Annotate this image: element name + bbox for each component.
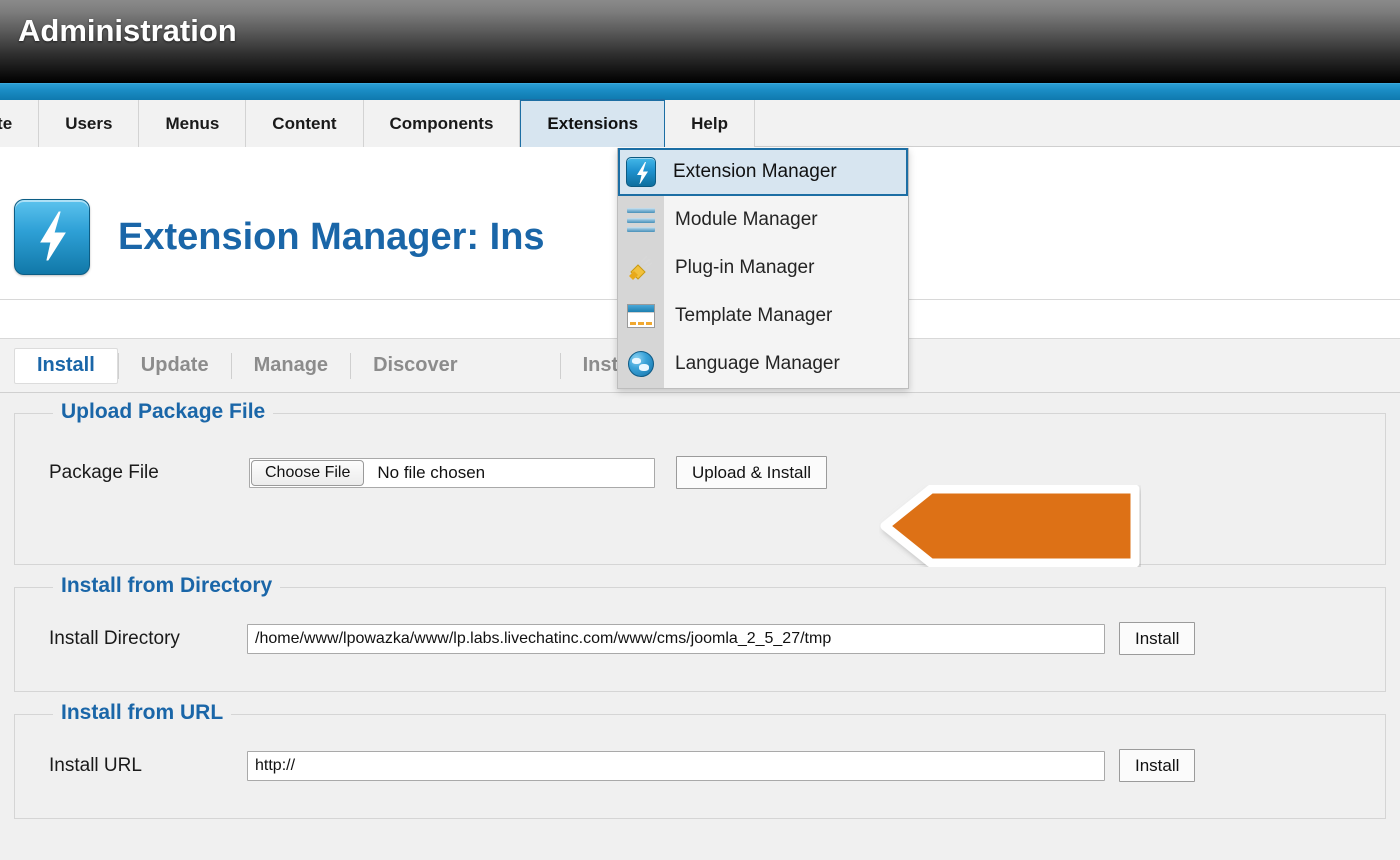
upload-package-file-section: Upload Package File Package File Choose … bbox=[14, 400, 1386, 565]
globe-icon bbox=[618, 340, 664, 388]
tab-label: Update bbox=[140, 354, 209, 376]
dropdown-item-template-manager[interactable]: Template Manager bbox=[618, 292, 908, 340]
dropdown-item-extension-manager[interactable]: Extension Manager bbox=[618, 148, 908, 196]
install-url-button[interactable]: Install bbox=[1119, 749, 1196, 782]
install-from-url-section: Install from URL Install URL Install bbox=[14, 701, 1386, 819]
package-file-input[interactable]: Choose File No file chosen bbox=[249, 457, 655, 488]
install-url-input[interactable] bbox=[247, 750, 1105, 781]
plug-icon bbox=[618, 244, 664, 292]
dropdown-item-module-manager[interactable]: Module Manager bbox=[618, 196, 908, 244]
tab-manage[interactable]: Manage bbox=[232, 348, 350, 384]
menu-item-users[interactable]: Users bbox=[39, 100, 140, 147]
header-blue-divider bbox=[0, 83, 1400, 100]
menu-item-label: Components bbox=[389, 113, 494, 133]
admin-header-bar: Administration bbox=[0, 0, 1400, 83]
extensions-dropdown-menu[interactable]: Extension Manager Module Manager Plug-in M… bbox=[617, 148, 909, 389]
menu-item-components[interactable]: Components bbox=[363, 100, 521, 147]
file-status-text: No file chosen bbox=[377, 462, 486, 482]
tab-install[interactable]: Install bbox=[14, 347, 118, 384]
menu-item-help[interactable]: Help bbox=[665, 100, 755, 147]
package-file-label: Package File bbox=[49, 461, 159, 483]
install-forms: Upload Package File Package File Choose … bbox=[0, 393, 1400, 860]
tab-discover[interactable]: Discover bbox=[351, 348, 480, 384]
stacked-bars-icon bbox=[618, 196, 664, 244]
tab-label: Manage bbox=[253, 354, 329, 376]
menu-item-extensions[interactable]: Extensions bbox=[520, 99, 666, 147]
lightning-bolt-icon bbox=[14, 199, 90, 275]
choose-file-button[interactable]: Choose File bbox=[251, 459, 365, 486]
menu-item-content[interactable]: Content bbox=[246, 100, 364, 147]
tab-label: Install bbox=[37, 354, 95, 376]
menu-item-label: Menus bbox=[165, 113, 220, 133]
lightning-bolt-icon bbox=[620, 150, 662, 194]
menu-item-label: Users bbox=[65, 113, 113, 133]
menu-item-label: Content bbox=[272, 113, 337, 133]
tab-label: Discover bbox=[373, 354, 458, 376]
dropdown-item-label: Template Manager bbox=[675, 305, 833, 326]
menu-item-label: Help bbox=[691, 113, 728, 133]
install-url-label: Install URL bbox=[49, 754, 142, 776]
dropdown-item-label: Extension Manager bbox=[673, 161, 837, 182]
upload-and-install-button[interactable]: Upload & Install bbox=[676, 456, 828, 489]
dropdown-item-label: Module Manager bbox=[675, 209, 818, 230]
directory-section-legend: Install from Directory bbox=[53, 574, 281, 598]
menu-item-label: Site bbox=[0, 113, 13, 133]
dropdown-item-language-manager[interactable]: Language Manager bbox=[618, 340, 908, 388]
tab-update[interactable]: Update bbox=[119, 348, 231, 384]
install-directory-button[interactable]: Install bbox=[1119, 622, 1196, 655]
template-layout-icon bbox=[618, 292, 664, 340]
menu-item-site[interactable]: Site bbox=[0, 100, 40, 147]
page-title: Extension Manager: Ins bbox=[118, 215, 545, 258]
main-menu-bar: Site Users Menus Content Components Extension… bbox=[0, 99, 1400, 147]
install-from-directory-section: Install from Directory Install Directory… bbox=[14, 574, 1386, 692]
admin-header-title: Administration bbox=[18, 13, 237, 48]
upload-section-legend: Upload Package File bbox=[53, 400, 274, 424]
install-directory-input[interactable] bbox=[247, 623, 1105, 654]
dropdown-item-plug-in-manager[interactable]: Plug-in Manager bbox=[618, 244, 908, 292]
install-directory-label: Install Directory bbox=[49, 627, 180, 649]
menu-item-menus[interactable]: Menus bbox=[139, 100, 247, 147]
menu-item-label: Extensions bbox=[547, 113, 639, 133]
dropdown-item-label: Language Manager bbox=[675, 353, 840, 374]
url-section-legend: Install from URL bbox=[53, 701, 232, 725]
dropdown-item-label: Plug-in Manager bbox=[675, 257, 815, 278]
